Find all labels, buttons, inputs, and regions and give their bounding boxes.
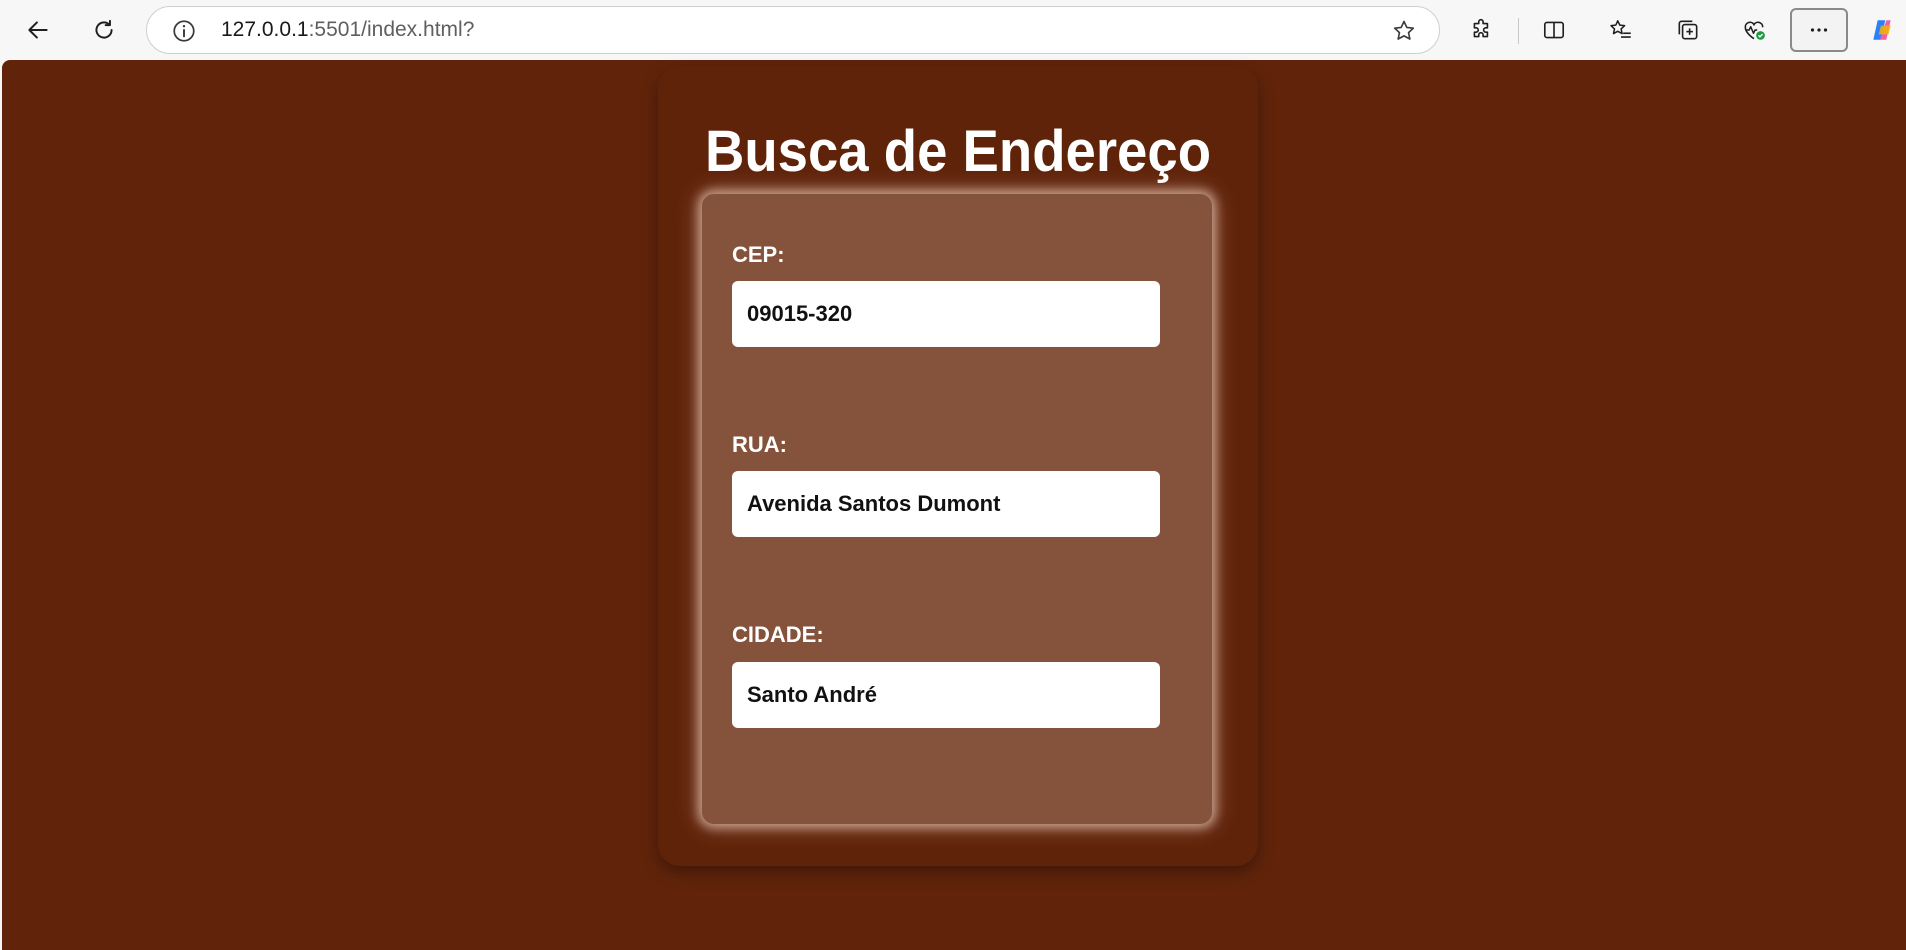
reload-button[interactable] (84, 10, 124, 50)
page-title: Busca de Endereço (704, 119, 1212, 184)
address-bar[interactable]: 127.0.0.1:5501/index.html? (146, 6, 1440, 54)
cep-input[interactable] (732, 281, 1160, 347)
puzzle-icon (1473, 18, 1489, 38)
cidade-label: CIDADE: (732, 622, 824, 647)
star-icon[interactable] (1391, 18, 1417, 44)
address-card: Busca de Endereço CEP: RUA: CIDADE: (658, 66, 1258, 866)
back-arrow-icon (28, 21, 48, 39)
favorites-list-icon (1610, 20, 1631, 38)
collections-button[interactable] (1668, 10, 1708, 50)
info-icon[interactable] (171, 18, 197, 44)
url-path: :5501/index.html? (308, 18, 475, 41)
favorites-button[interactable] (1601, 10, 1641, 50)
rua-label: RUA: (732, 432, 787, 457)
browser-essentials-icon (1744, 21, 1765, 40)
split-screen-icon (1543, 21, 1565, 39)
copilot-icon (1873, 20, 1891, 40)
browser-toolbar: 127.0.0.1:5501/index.html? (0, 0, 1906, 60)
cep-label: CEP: (732, 242, 785, 267)
reload-icon (95, 19, 113, 39)
browser-essentials-button[interactable] (1734, 10, 1774, 50)
toolbar-divider (1518, 18, 1519, 44)
collections-icon (1678, 20, 1698, 40)
back-button[interactable] (18, 10, 58, 50)
copilot-button[interactable] (1862, 10, 1902, 50)
address-form: CEP: RUA: CIDADE: (702, 194, 1212, 824)
page-viewport: Busca de Endereço CEP: RUA: CIDADE: (2, 60, 1906, 950)
url-host: 127.0.0.1 (221, 18, 309, 41)
extensions-button[interactable] (1462, 10, 1502, 50)
more-icon (1810, 28, 1828, 32)
address-url[interactable]: 127.0.0.1:5501/index.html? (221, 7, 474, 53)
split-screen-button[interactable] (1534, 10, 1574, 50)
rua-input[interactable] (732, 471, 1160, 537)
cidade-input[interactable] (732, 662, 1160, 728)
more-button[interactable] (1790, 8, 1848, 52)
